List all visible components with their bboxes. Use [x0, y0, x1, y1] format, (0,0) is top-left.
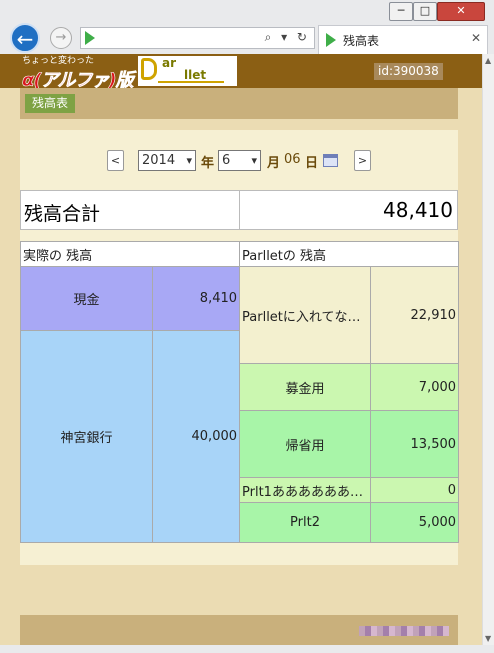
address-tools-icons[interactable]: ⌕ ▾ ↻	[265, 30, 310, 45]
brand-line-1: ar	[162, 56, 177, 70]
nav-tabs-bar: 残高表	[20, 88, 458, 119]
back-arrow-icon[interactable]: ←	[10, 23, 40, 53]
next-day-button[interactable]: >	[354, 150, 371, 171]
logo-tagline: ちょっと変わった	[22, 56, 95, 66]
balance-panel: < 2014 ▾ 年 6 ▾ 月 06 日 > 残高合計 48,410 実際の …	[19, 130, 460, 565]
account-name-bank[interactable]: 神宮銀行	[20, 330, 153, 543]
calendar-icon[interactable]	[323, 154, 338, 167]
redacted-footer-text	[359, 626, 449, 636]
status-bar	[0, 645, 494, 653]
actual-balance-header: 実際の 残高	[19, 241, 241, 267]
day-value: 06	[284, 152, 301, 167]
tab-title: 残高表	[343, 34, 380, 48]
parllet-amount-prlt1: 0	[370, 477, 460, 503]
scroll-up-icon[interactable]: ▲	[485, 56, 491, 65]
navigation-bar: ← → ⌕ ▾ ↻ 残高表 ✕	[0, 23, 494, 54]
parllet-amount-unassigned: 22,910	[370, 266, 460, 364]
tab-close-icon[interactable]: ✕	[471, 31, 481, 45]
tab-balance-sheet[interactable]: 残高表	[25, 94, 76, 113]
brand-line-2: llet	[184, 68, 207, 82]
prev-day-button[interactable]: <	[107, 150, 124, 171]
account-amount-cash: 8,410	[151, 266, 241, 331]
month-value: 6	[222, 153, 231, 168]
close-button[interactable]: ✕	[437, 2, 485, 21]
parllet-p-mark-icon	[141, 58, 157, 80]
parllet-name-prlt1[interactable]: Prlt1あああああああ…	[239, 477, 372, 503]
alpha-logo[interactable]: ちょっと変わった α(アルファ)版	[22, 56, 134, 91]
address-bar[interactable]: ⌕ ▾ ↻	[80, 27, 315, 49]
site-footer	[20, 615, 458, 645]
parllet-amount-prlt2: 5,000	[370, 502, 460, 543]
scroll-down-icon[interactable]: ▼	[485, 634, 491, 643]
total-balance-row: 残高合計 48,410	[20, 190, 458, 230]
minimize-button[interactable]: ─	[389, 2, 413, 21]
parllet-amount-homecoming: 13,500	[370, 410, 460, 478]
balance-table: 実際の 残高 Parlletの 残高 現金 8,410 Parlletに入れてな…	[19, 241, 460, 543]
divider	[239, 191, 240, 229]
user-id-badge: id:390038	[374, 63, 443, 80]
account-amount-bank: 40,000	[151, 330, 241, 543]
date-selector: < 2014 ▾ 年 6 ▾ 月 06 日 >	[20, 149, 458, 173]
parllet-name-prlt2[interactable]: Prlt2	[239, 502, 372, 543]
brand-arrow-icon	[158, 81, 224, 83]
parllet-amount-donation: 7,000	[370, 363, 460, 411]
vertical-scrollbar[interactable]: ▲ ▼	[482, 54, 494, 645]
parllet-logo[interactable]: ar llet	[138, 56, 237, 86]
forward-arrow-icon[interactable]: →	[50, 27, 72, 49]
account-name-cash[interactable]: 現金	[20, 266, 153, 331]
total-balance-value: 48,410	[383, 198, 453, 222]
month-select[interactable]: 6 ▾	[218, 150, 261, 171]
chevron-down-icon: ▾	[251, 154, 257, 167]
day-unit-label: 日	[305, 156, 319, 171]
browser-window: ─ □ ✕ ← → ⌕ ▾ ↻ 残高表 ✕ ちょっと変わった α(アルファ)版 …	[0, 0, 494, 653]
year-unit-label: 年	[201, 156, 215, 171]
year-select[interactable]: 2014 ▾	[138, 150, 196, 171]
browser-tab[interactable]: 残高表 ✕	[318, 25, 488, 54]
parllet-name-unassigned[interactable]: Parlletに入れてな…	[239, 266, 372, 364]
parllet-balance-header: Parlletの 残高	[239, 241, 460, 267]
site-favicon-icon	[85, 31, 95, 45]
chevron-down-icon: ▾	[186, 154, 192, 167]
title-bar: ─ □ ✕	[0, 0, 494, 23]
month-unit-label: 月	[267, 156, 281, 171]
page-content: ちょっと変わった α(アルファ)版 ar llet id:390038 残高表 …	[0, 54, 482, 645]
tab-favicon-icon	[326, 33, 336, 47]
site-header: ちょっと変わった α(アルファ)版 ar llet id:390038	[0, 54, 482, 91]
maximize-button[interactable]: □	[413, 2, 437, 21]
year-value: 2014	[142, 153, 176, 168]
parllet-name-donation[interactable]: 募金用	[239, 363, 372, 411]
total-balance-label: 残高合計	[24, 203, 101, 225]
parllet-name-homecoming[interactable]: 帰省用	[239, 410, 372, 478]
